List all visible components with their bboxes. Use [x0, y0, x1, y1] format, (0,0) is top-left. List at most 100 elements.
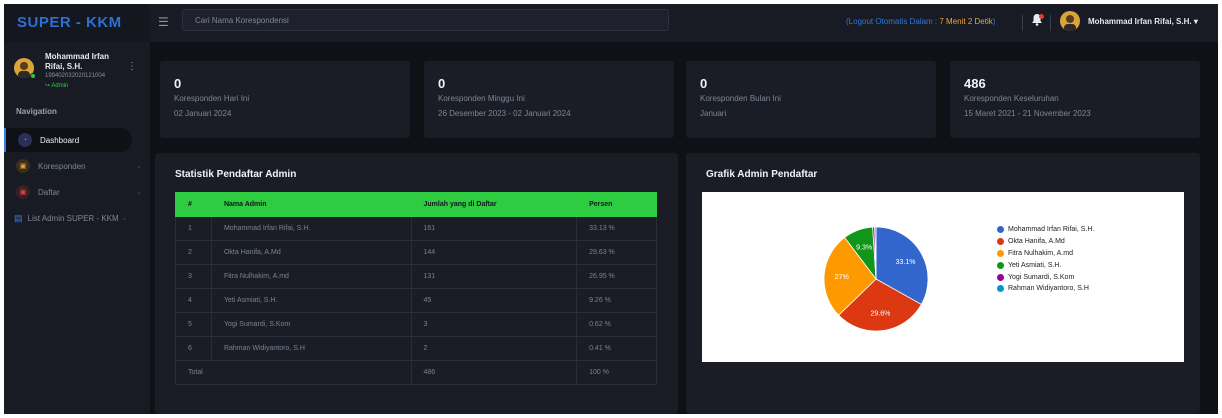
- divider: [1050, 15, 1051, 31]
- stat-card-month: 0 Koresponden Bulan Ini Januari: [686, 61, 936, 138]
- monitor-icon: ▣: [16, 185, 30, 199]
- table-cell: 0.41 %: [576, 336, 657, 361]
- stat-value: 486: [964, 76, 986, 91]
- pie-slice-label: 27%: [835, 274, 849, 281]
- column-header: #: [175, 192, 212, 217]
- legend-swatch: [997, 238, 1004, 246]
- legend-item[interactable]: Mohammad Irfan Rifai, S.H.: [997, 224, 1094, 236]
- legend-item[interactable]: Okta Hanifa, A.Md: [997, 236, 1094, 248]
- legend-label: Yeti Asmiati, S.H.: [1008, 261, 1062, 269]
- total-label: Total: [175, 360, 412, 385]
- total-count: 486: [410, 360, 578, 385]
- profile-role-label: Admin: [51, 83, 69, 89]
- total-percent: 100 %: [576, 360, 657, 385]
- legend-item[interactable]: Yogi Sumardi, S.Kom: [997, 271, 1094, 283]
- nav-title: Navigation: [16, 107, 57, 116]
- stat-card-total: 486 Koresponden Keseluruhan 15 Maret 202…: [950, 61, 1200, 138]
- sidebar-item-daftar[interactable]: ▣ Daftar ⌄: [4, 180, 150, 204]
- sidebar-item-label: Daftar: [38, 187, 60, 197]
- table-cell: 6: [175, 336, 212, 361]
- chevron-down-icon: ⌄: [121, 215, 128, 222]
- table-cell: 3: [410, 312, 578, 337]
- table-cell: 161: [410, 216, 578, 241]
- search-input[interactable]: Cari Nama Korespondensi: [182, 9, 669, 31]
- table-cell: Mohammad Irfan Rifai, S.H.: [210, 216, 412, 241]
- legend-swatch: [997, 285, 1004, 293]
- table-cell: 2: [410, 336, 578, 361]
- laptop-icon: ▣: [16, 159, 30, 173]
- auto-logout-timer: 7 Menit 2 Detik: [939, 17, 993, 26]
- chevron-down-icon: ▾: [1193, 17, 1198, 26]
- menu-toggle-icon[interactable]: ☰: [158, 15, 169, 29]
- legend-label: Yogi Sumardi, S.Kom: [1008, 273, 1075, 281]
- sidebar-item-label: Dashboard: [40, 135, 80, 145]
- table-cell: 131: [410, 264, 578, 289]
- stat-date: Januari: [700, 109, 727, 118]
- panel-title: Grafik Admin Pendaftar: [706, 169, 818, 180]
- sidebar-item-label: Koresponden: [38, 161, 86, 171]
- chart-legend: Mohammad Irfan Rifai, S.H. Okta Hanifa, A…: [997, 224, 1094, 295]
- stat-value: 0: [174, 76, 182, 91]
- table-row: 1 Mohammad Irfan Rifai, S.H. 161 33.13 %: [175, 216, 657, 241]
- table-row: 2 Okta Hanifa, A.Md 144 29.63 %: [175, 240, 657, 265]
- stat-label: Koresponden Keseluruhan: [964, 94, 1059, 103]
- stat-value: 0: [438, 76, 446, 91]
- table-row: 4 Yeti Asmiati, S.H. 45 9.26 %: [175, 288, 657, 313]
- pie-chart-container: 33.1% 29.6% 27% 9.3% Mohammad Irfan Rifai, …: [702, 192, 1184, 362]
- chevron-down-icon: ⌄: [136, 163, 142, 170]
- legend-swatch: [997, 273, 1004, 281]
- desktop-icon: ▤: [14, 212, 23, 223]
- table-cell: 0.62 %: [576, 312, 657, 337]
- stat-label: Koresponden Hari Ini: [174, 94, 250, 103]
- brand-logo[interactable]: SUPER - KKM: [4, 4, 150, 42]
- online-status-dot: [30, 73, 36, 79]
- stat-date: 26 Desember 2023 - 02 Januari 2024: [438, 109, 571, 118]
- table-cell: 144: [410, 240, 578, 265]
- sidebar-item-koresponden[interactable]: ▣ Koresponden ⌄: [4, 154, 150, 178]
- sidebar-item-label: List Admin SUPER - KKM: [27, 213, 119, 223]
- kebab-menu-icon[interactable]: ⋮: [127, 61, 137, 72]
- table-cell: 29.63 %: [576, 240, 657, 265]
- pie-chart: 33.1% 29.6% 27% 9.3%: [823, 226, 929, 332]
- auto-logout-prefix: (Logout Otomatis Dalam :: [846, 17, 940, 26]
- column-header: Nama Admin: [210, 192, 412, 217]
- pie-slice-label: 33.1%: [896, 259, 916, 266]
- table-cell: 2: [175, 240, 212, 265]
- profile-role: ↪ Admin: [45, 82, 68, 89]
- top-navbar: SUPER - KKM ☰ Cari Nama Korespondensi (L…: [4, 4, 1218, 42]
- legend-swatch: [997, 226, 1004, 234]
- login-icon: ↪: [45, 83, 51, 89]
- profile-nip: 199402032020121004: [45, 73, 106, 79]
- table-cell: 9.26 %: [576, 288, 657, 313]
- table-cell: Rahman Widiyantoro, S.H: [210, 336, 412, 361]
- chart-panel: Grafik Admin Pendaftar 33.1% 29.6% 27% 9.3%…: [686, 153, 1200, 414]
- pie-slice-label: 29.6%: [870, 311, 890, 318]
- sidebar: Mohammad Irfan Rifai, S.H. 1994020320201…: [4, 42, 150, 414]
- legend-item[interactable]: Rahman Widiyantoro, S.H: [997, 283, 1094, 295]
- legend-item[interactable]: Yeti Asmiati, S.H.: [997, 259, 1094, 271]
- table-cell: 4: [175, 288, 212, 313]
- table-header-row: # Nama Admin Jumlah yang di Daftar Perse…: [175, 192, 657, 217]
- auto-logout-notice: (Logout Otomatis Dalam : 7 Menit 2 Detik…: [846, 17, 995, 26]
- profile-name: Mohammad Irfan Rifai, S.H.: [45, 52, 110, 71]
- legend-item[interactable]: Fitra Nulhakim, A.md: [997, 248, 1094, 260]
- column-header: Persen: [576, 192, 657, 217]
- panel-title: Statistik Pendaftar Admin: [175, 169, 297, 180]
- user-menu[interactable]: Mohammad Irfan Rifai, S.H. ▾: [1088, 17, 1198, 26]
- table-cell: 26.95 %: [576, 264, 657, 289]
- table-cell: 1: [175, 216, 212, 241]
- avatar[interactable]: [1060, 11, 1080, 31]
- stat-date: 15 Maret 2021 - 21 November 2023: [964, 109, 1091, 118]
- sidebar-item-dashboard[interactable]: ◔ Dashboard: [4, 128, 132, 152]
- app-window: SUPER - KKM ☰ Cari Nama Korespondensi (L…: [4, 4, 1218, 414]
- table-cell: 45: [410, 288, 578, 313]
- column-header: Jumlah yang di Daftar: [410, 192, 578, 217]
- sidebar-item-list-admin[interactable]: ▤ List Admin SUPER - KKM ⌄: [4, 206, 150, 230]
- table-cell: Okta Hanifa, A.Md: [210, 240, 412, 265]
- stat-card-week: 0 Koresponden Minggu Ini 26 Desember 202…: [424, 61, 674, 138]
- legend-label: Okta Hanifa, A.Md: [1008, 238, 1065, 246]
- table-cell: 5: [175, 312, 212, 337]
- notification-dot: [1039, 14, 1044, 19]
- stat-label: Koresponden Bulan Ini: [700, 94, 781, 103]
- chevron-down-icon: ⌄: [136, 189, 142, 196]
